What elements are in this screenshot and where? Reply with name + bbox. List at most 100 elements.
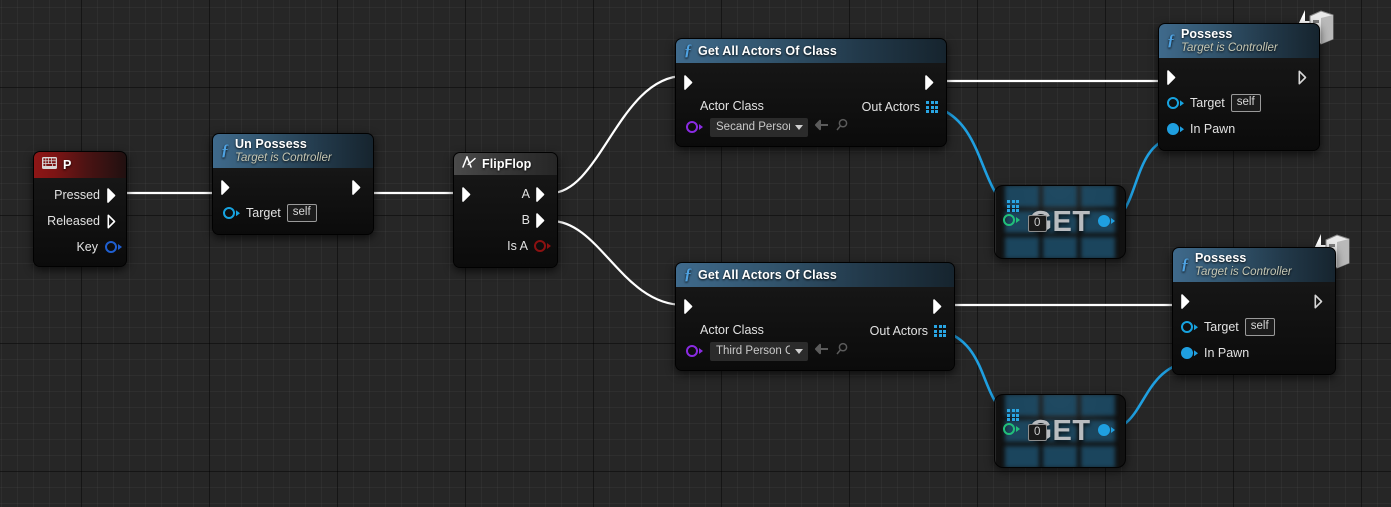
un-possess-body: Target self [213,168,373,235]
function-icon: ƒ [684,42,692,59]
node-get-all-actors-of-class-top[interactable]: ƒ Get All Actors Of Class Actor Class Se… [675,38,947,147]
array-index-field[interactable]: 0 [1028,424,1048,441]
data-pin-array-in[interactable] [1003,423,1020,435]
actor-class-value: Secand Person [716,121,790,133]
pin-label-actor-class: Actor Class [700,323,764,337]
exec-pin-a[interactable] [536,186,549,202]
node-flipflop[interactable]: FlipFlop A B Is A [453,152,558,268]
array-grid-icon[interactable] [934,325,946,337]
data-pin-target[interactable] [1181,321,1198,334]
data-pin-in-pawn[interactable] [1181,347,1198,360]
exec-pin-in[interactable] [684,74,697,90]
pin-row-is-a[interactable]: Is A [454,233,557,259]
exec-pin-pressed[interactable] [107,187,120,203]
actor-class-dropdown[interactable]: Third Person Cha [710,341,808,361]
magnifier-icon[interactable] [836,118,849,136]
exec-pin-in[interactable] [1181,293,1194,309]
chevron-down-icon [795,124,803,130]
data-pin-actor-class[interactable] [686,345,703,357]
pin-row-exec[interactable] [676,295,954,317]
pin-row-released[interactable]: Released [34,208,126,234]
pin-label-b: B [521,213,530,227]
pin-row-b[interactable]: B [454,207,557,233]
possess-bottom-title: Possess [1195,251,1247,265]
magnifier-icon[interactable] [836,342,849,360]
node-get-array-item-top[interactable]: GET 0 [994,185,1126,259]
exec-pin-in[interactable] [221,179,234,195]
data-pin-target[interactable] [223,207,240,220]
exec-pin-out[interactable] [1298,70,1311,85]
exec-pin-b[interactable] [536,212,549,228]
exec-pin-in[interactable] [684,298,697,314]
un-possess-title: Un Possess [235,137,307,151]
exec-pin-released[interactable] [107,214,120,229]
exec-pin-out[interactable] [352,179,365,195]
pin-row-a[interactable]: A [454,181,557,207]
target-value-field[interactable]: self [1244,318,1275,337]
pin-row-key[interactable]: Key [34,234,126,260]
node-get-array-item-bottom[interactable]: GET 0 [994,394,1126,468]
actor-class-value: Third Person Cha [716,345,790,357]
function-icon: ƒ [1181,256,1189,274]
exec-wire-flipflop-b-to-getallactors-bottom [550,219,685,307]
array-grid-icon[interactable] [1007,200,1019,212]
flipflop-icon [462,154,476,173]
data-pin-item-out[interactable] [1098,215,1115,227]
pin-label-in-pawn: In Pawn [1190,122,1236,137]
actor-class-dropdown[interactable]: Secand Person [710,117,808,137]
target-value-field[interactable]: self [286,204,317,223]
pin-row-in-pawn[interactable]: In Pawn [1173,340,1335,366]
pin-label-out-actors: Out Actors [861,100,920,114]
exec-pin-out[interactable] [933,298,946,314]
data-pin-key[interactable] [105,241,122,253]
data-pin-target[interactable] [1167,97,1184,110]
input-event-p-title: P [63,158,72,172]
pin-label-target: Target [246,206,281,221]
actor-class-widget[interactable]: Third Person Cha [686,340,855,362]
actor-class-widget[interactable]: Secand Person [686,116,855,138]
data-pin-actor-class[interactable] [686,121,703,133]
get-all-actors-bottom-title: Get All Actors Of Class [698,268,837,282]
pin-row-exec[interactable] [1173,288,1335,314]
pin-row-in-pawn[interactable]: In Pawn [1159,116,1319,142]
back-arrow-icon[interactable] [815,342,829,360]
array-index-field[interactable]: 0 [1028,215,1048,232]
pin-row-out-actors[interactable]: Out Actors [870,323,946,338]
pin-row-target[interactable]: Target self [1159,90,1319,116]
exec-pin-out[interactable] [925,74,938,90]
data-pin-array-in[interactable] [1003,214,1020,226]
node-un-possess[interactable]: ƒ Un Possess Target is Controller Target… [212,133,374,236]
pin-row-exec[interactable] [676,71,946,93]
node-possess-bottom[interactable]: ƒ Possess Target is Controller Target se… [1172,247,1336,376]
data-pin-item-out[interactable] [1098,424,1115,436]
exec-pin-out[interactable] [1314,294,1327,309]
data-pin-in-pawn[interactable] [1167,123,1184,136]
exec-wire-flipflop-a-to-getallactors-top [550,74,685,195]
array-grid-icon[interactable] [926,101,938,113]
pin-row-target[interactable]: Target self [1173,314,1335,340]
exec-pin-in[interactable] [462,186,475,202]
get-all-actors-top-title: Get All Actors Of Class [698,44,837,58]
exec-pin-in[interactable] [1167,69,1180,85]
blueprint-graph-canvas[interactable]: P Pressed Released Key ƒ Un Possess Targ… [0,0,1391,507]
pin-row-pressed[interactable]: Pressed [34,182,126,208]
data-pin-is-a[interactable] [534,240,551,252]
array-grid-icon[interactable] [1007,409,1019,421]
node-possess-top[interactable]: ƒ Possess Target is Controller Target se… [1158,23,1320,152]
pin-label-key: Key [76,240,98,254]
function-icon: ƒ [221,142,229,160]
un-possess-header: ƒ Un Possess Target is Controller [213,134,373,169]
pin-label-is-a: Is A [507,239,528,253]
node-get-all-actors-of-class-bottom[interactable]: ƒ Get All Actors Of Class Actor Class Th… [675,262,955,371]
node-input-event-p[interactable]: P Pressed Released Key [33,151,127,267]
pin-row-exec[interactable] [1159,64,1319,90]
target-value-field[interactable]: self [1230,94,1261,113]
pin-row-target[interactable]: Target self [213,200,373,226]
possess-top-header: ƒ Possess Target is Controller [1159,24,1319,59]
chevron-down-icon [795,348,803,354]
input-event-p-body: Pressed Released Key [34,178,126,266]
flipflop-body: A B Is A [454,175,557,267]
pin-row-out-actors[interactable]: Out Actors [862,99,938,114]
pin-row-exec[interactable] [213,174,373,200]
back-arrow-icon[interactable] [815,118,829,136]
